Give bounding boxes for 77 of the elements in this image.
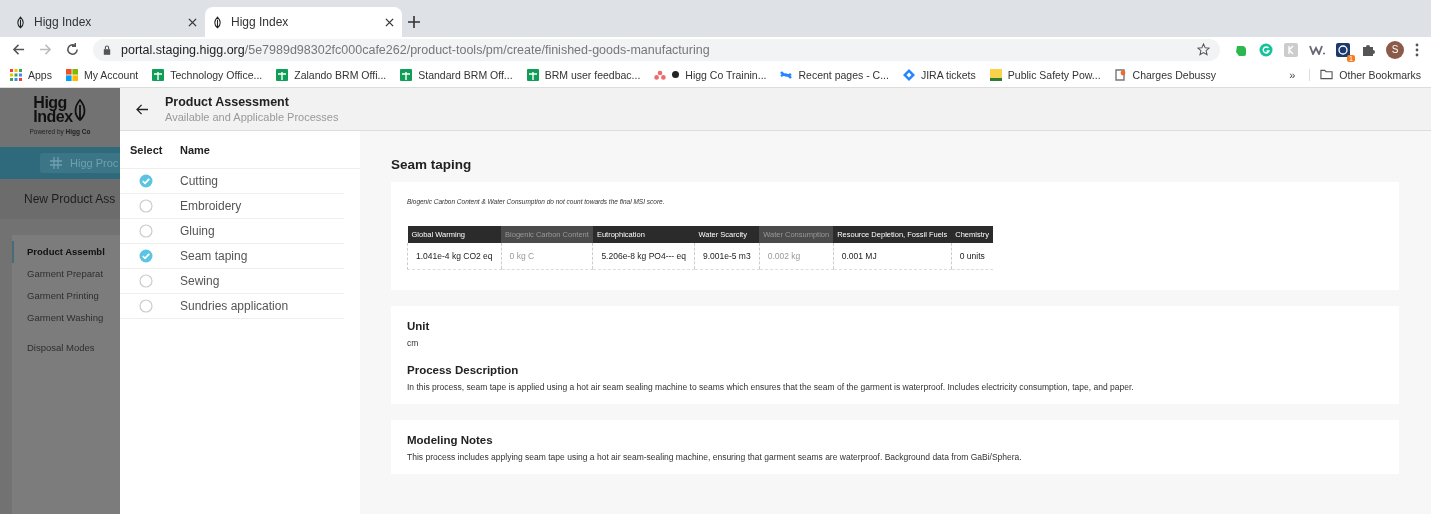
process-name[interactable]: Cutting: [180, 174, 344, 188]
bookmark[interactable]: Technology Office...: [152, 68, 263, 81]
browser-tab[interactable]: Higg Index: [8, 7, 205, 37]
document-icon: [1114, 68, 1127, 81]
spreadsheet-icon: [276, 68, 289, 81]
url-text: portal.staging.higg.org/5e7989d98302fc000cafe262/product-tools/pm/create/finished-goods-manufacturing: [121, 42, 711, 57]
back-icon[interactable]: [12, 43, 25, 56]
spreadsheet-icon: [526, 68, 539, 81]
bookmark[interactable]: Charges Debussy: [1114, 68, 1217, 81]
description-text: In this process, seam tape is applied using a hot air seam sealing machine to seams which ensures that the seam of the garment is waterproof. Includes electricity consumption, tape, and paper.: [407, 382, 1135, 392]
process-title: Seam taping: [391, 157, 473, 172]
impact-value: 0.001 MJ: [833, 243, 952, 270]
impact-value: 0.002 kg: [759, 243, 834, 270]
dots-icon: [654, 69, 667, 80]
process-name[interactable]: Embroidery: [180, 199, 344, 213]
extension-icon[interactable]: [1336, 42, 1350, 57]
process-name[interactable]: Sundries application: [180, 299, 344, 313]
reload-icon[interactable]: [66, 43, 79, 56]
bookmark[interactable]: Recent pages - C...: [780, 68, 889, 81]
lock-icon: [103, 44, 111, 55]
impact-value: 5.206e-8 kg PO4--- eq: [592, 243, 695, 270]
leaf-icon: [16, 15, 25, 29]
new-tab-icon[interactable]: [408, 16, 420, 28]
leaf-icon: [213, 15, 222, 29]
section-heading: Unit: [407, 320, 431, 332]
page-title: New Product Ass: [0, 179, 120, 219]
bookmark[interactable]: BRM user feedbac...: [526, 68, 641, 81]
spreadsheet-icon: [152, 68, 165, 81]
spreadsheet-icon: [400, 68, 413, 81]
radio-button[interactable]: [139, 224, 153, 238]
more-icon[interactable]: [1415, 42, 1419, 57]
grid-icon: [10, 68, 22, 81]
browser-tab[interactable]: Higg Index: [205, 7, 402, 37]
leaf-icon: [72, 99, 87, 121]
bookmark[interactable]: My Account: [65, 68, 139, 81]
impact-value: 0 units: [951, 243, 993, 270]
close-icon[interactable]: [385, 17, 394, 27]
process-name[interactable]: Gluing: [180, 224, 344, 238]
bookmark[interactable]: Higg Co Trainin...: [654, 68, 767, 81]
sun-icon: [989, 68, 1002, 81]
checked-radio[interactable]: [139, 174, 153, 188]
radio-button[interactable]: [139, 299, 153, 313]
folder-icon: [1320, 69, 1334, 80]
close-icon[interactable]: [188, 17, 197, 27]
grid-icon: [50, 157, 62, 169]
process-name[interactable]: Seam taping: [180, 249, 344, 263]
impact-value: 9.001e-5 m3: [694, 243, 760, 270]
overflow-chevron[interactable]: »: [1289, 68, 1296, 81]
puzzle-icon[interactable]: [1361, 42, 1375, 57]
section-heading: Process Description: [407, 364, 520, 376]
column-header: Select: [129, 143, 164, 156]
section-heading: Modeling Notes: [407, 434, 494, 446]
column-header: Name: [180, 143, 211, 156]
radio-button[interactable]: [139, 199, 153, 213]
back-arrow-icon[interactable]: [136, 103, 149, 115]
bookmark-folder[interactable]: Other Bookmarks: [1309, 68, 1421, 81]
unit-value: cm: [407, 338, 420, 348]
dot-icon: [672, 71, 680, 78]
bookmark[interactable]: Zalando BRM Offi...: [276, 68, 387, 81]
address-bar[interactable]: portal.staging.higg.org/5e7989d98302fc000cafe262/product-tools/pm/create/finished-goods-manufacturing: [93, 38, 1220, 61]
bookmark[interactable]: Public Safety Pow...: [989, 68, 1101, 81]
bookmark[interactable]: JIRA tickets: [902, 68, 976, 81]
process-name[interactable]: Sewing: [180, 274, 344, 288]
impact-value: 1.041e-4 kg CO2 eq: [407, 243, 502, 270]
bookmark[interactable]: Apps: [10, 68, 52, 81]
star-icon[interactable]: [1197, 43, 1210, 56]
profile-avatar[interactable]: S: [1386, 40, 1404, 59]
drawer-subtitle: Available and Applicable Processes: [165, 111, 339, 123]
impact-value: 0 kg C: [501, 243, 593, 270]
drawer-title: Product Assessment: [165, 95, 290, 109]
checked-radio[interactable]: [139, 249, 153, 263]
radio-button[interactable]: [139, 274, 153, 288]
bookmark[interactable]: Standard BRM Off...: [400, 68, 513, 81]
squares-icon: [65, 68, 78, 81]
diamond-icon: [902, 68, 915, 81]
w-icon[interactable]: [1309, 44, 1325, 55]
notes-text: This process includes applying seam tape using a hot air seam-sealing machine, ensuring that garment seams are waterproof. Background data from GaBi/Sphera.: [407, 452, 1023, 462]
